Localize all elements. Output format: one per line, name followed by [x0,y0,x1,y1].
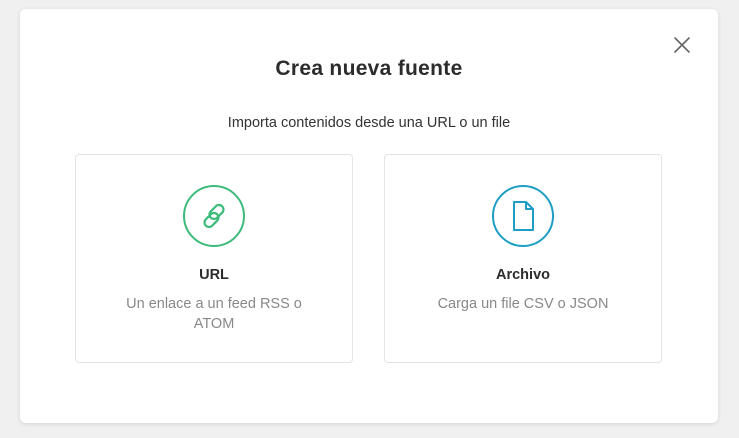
link-icon-circle [183,185,245,247]
url-option-card[interactable]: URL Un enlace a un feed RSS o ATOM [75,154,353,363]
create-source-dialog: Crea nueva fuente Importa contenidos des… [20,9,718,423]
file-option-card[interactable]: Archivo Carga un file CSV o JSON [384,154,662,363]
dialog-subtitle: Importa contenidos desde una URL o un fi… [227,115,511,131]
url-option-description: Un enlace a un feed RSS o ATOM [126,296,302,332]
file-icon [513,201,534,231]
file-icon-circle [492,185,554,247]
file-option-description: Carga un file CSV o JSON [437,296,609,312]
url-option-title: URL [199,267,229,283]
link-icon [203,203,225,229]
file-option-title: Archivo [496,267,550,283]
close-button[interactable] [671,34,693,56]
close-icon [674,37,690,53]
dialog-title: Crea nueva fuente [275,57,463,80]
